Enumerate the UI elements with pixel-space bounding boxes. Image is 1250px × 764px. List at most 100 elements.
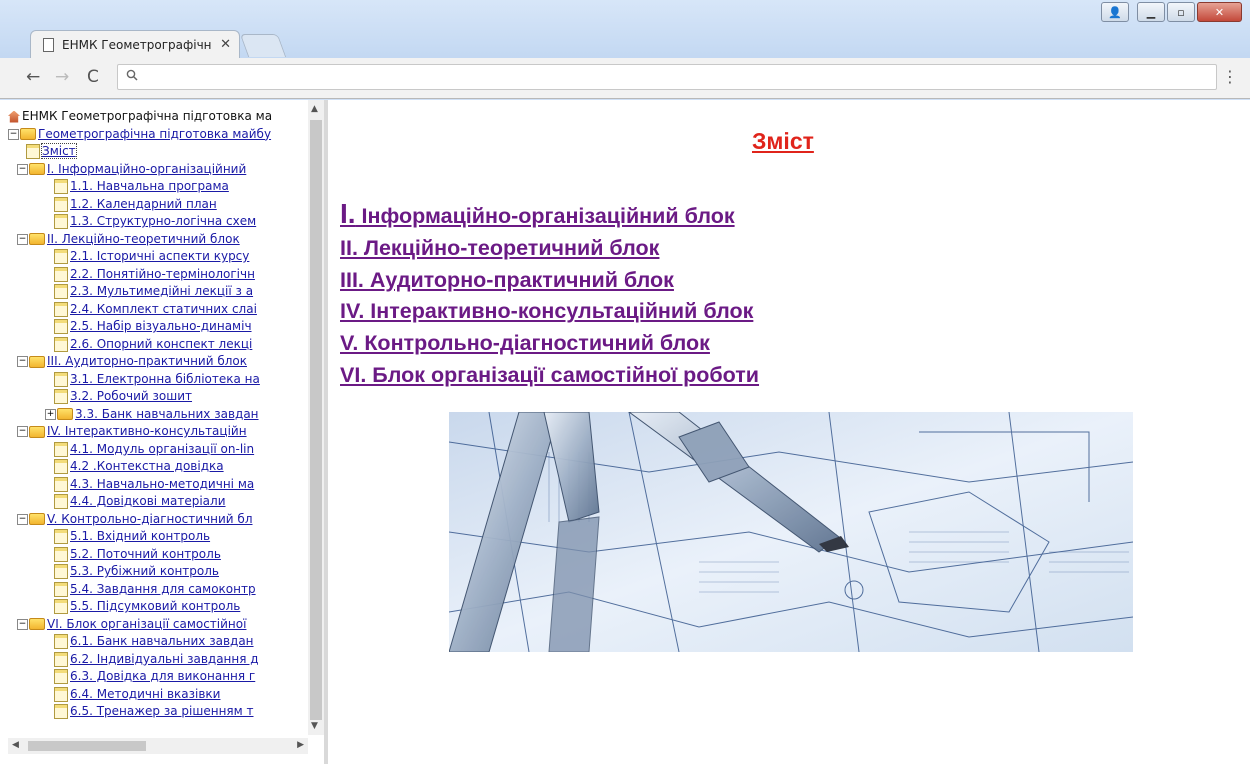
- tree-item[interactable]: +3.3. Банк навчальних завдан: [8, 406, 308, 424]
- scroll-thumb[interactable]: [310, 120, 322, 720]
- address-bar[interactable]: [117, 64, 1217, 90]
- tree-item-label[interactable]: 1.3. Структурно-логічна схем: [70, 214, 256, 228]
- tree-course-label[interactable]: Геометрографічна підготовка майбу: [38, 127, 271, 141]
- tree-item[interactable]: 3.2. Робочий зошит: [8, 388, 308, 406]
- tree-item[interactable]: 5.4. Завдання для самоконтр: [8, 581, 308, 599]
- collapse-icon[interactable]: −: [17, 426, 28, 437]
- collapse-icon[interactable]: −: [17, 618, 28, 630]
- tree-contents[interactable]: Зміст: [8, 143, 308, 161]
- tree-section[interactable]: − I. Інформаційно-організаційний: [8, 161, 308, 179]
- block-link-4[interactable]: IV. Інтерактивно-консультаційний блок: [340, 296, 759, 328]
- tree-contents-label[interactable]: Зміст: [41, 143, 77, 159]
- tree-course[interactable]: − Геометрографічна підготовка майбу: [8, 126, 308, 144]
- tree-item-label[interactable]: 2.4. Комплект статичних слаі: [70, 302, 257, 316]
- tree-item-label[interactable]: 2.1. Історичні аспекти курсу: [70, 249, 249, 263]
- reload-button[interactable]: C: [87, 67, 99, 87]
- tree-item[interactable]: 5.3. Рубіжний контроль: [8, 563, 308, 581]
- new-tab-button[interactable]: [239, 34, 287, 57]
- tree-item-label[interactable]: 5.3. Рубіжний контроль: [70, 564, 219, 578]
- tree-item-label[interactable]: 3.3. Банк навчальних завдан: [75, 407, 259, 421]
- tree-section-label[interactable]: II. Лекційно-теоретичний блок: [47, 232, 240, 246]
- tree-section[interactable]: − VI. Блок організації самостійної: [8, 616, 308, 634]
- block-link-1[interactable]: I. Інформаційно-організаційний блок: [340, 198, 759, 233]
- tree-item-label[interactable]: 1.2. Календарний план: [70, 197, 217, 211]
- menu-button[interactable]: ⋮: [1222, 67, 1238, 86]
- tree-item-label[interactable]: 4.3. Навчально-методичні ма: [70, 477, 254, 491]
- hscroll-thumb[interactable]: [28, 741, 146, 751]
- scroll-left-icon[interactable]: ◀: [12, 740, 19, 750]
- tree-item[interactable]: 4.1. Модуль організації on-lin: [8, 441, 308, 459]
- tree-item[interactable]: 1.3. Структурно-логічна схем: [8, 213, 308, 231]
- tree-item[interactable]: 2.4. Комплект статичних слаі: [8, 301, 308, 319]
- tree-item-label[interactable]: 5.5. Підсумковий контроль: [70, 599, 240, 613]
- tree-item-label[interactable]: 6.4. Методичні вказівки: [70, 687, 220, 701]
- tree-item-label[interactable]: 2.5. Набір візуально-динаміч: [70, 319, 252, 333]
- tree-item[interactable]: 6.1. Банк навчальних завдан: [8, 633, 308, 651]
- tree-item-label[interactable]: 4.1. Модуль організації on-lin: [70, 442, 254, 456]
- tree-item-label[interactable]: 6.3. Довідка для виконання г: [70, 669, 255, 683]
- tree-item-label[interactable]: 5.2. Поточний контроль: [70, 547, 221, 561]
- tree-section[interactable]: − V. Контрольно-діагностичний бл: [8, 511, 308, 529]
- close-tab-icon[interactable]: ✕: [220, 37, 231, 52]
- tree-item[interactable]: 2.3. Мультимедійні лекції з а: [8, 283, 308, 301]
- tree-item[interactable]: 2.6. Опорний конспект лекці: [8, 336, 308, 354]
- tree-section[interactable]: − III. Аудиторно-практичний блок: [8, 353, 308, 371]
- tree-item[interactable]: 6.3. Довідка для виконання г: [8, 668, 308, 686]
- user-icon[interactable]: 👤: [1101, 2, 1129, 22]
- minimize-button[interactable]: ▁: [1137, 2, 1165, 22]
- scroll-down-icon[interactable]: ▼: [311, 721, 318, 731]
- tree-item-label[interactable]: 6.1. Банк навчальних завдан: [70, 634, 254, 648]
- tree-item[interactable]: 6.4. Методичні вказівки: [8, 686, 308, 704]
- collapse-icon[interactable]: −: [17, 513, 28, 525]
- collapse-icon[interactable]: −: [17, 163, 28, 175]
- tree-item-label[interactable]: 2.2. Понятійно-термінологічн: [70, 267, 255, 281]
- tree-item[interactable]: 6.2. Індивідуальні завдання д: [8, 651, 308, 669]
- tree-item-label[interactable]: 6.2. Індивідуальні завдання д: [70, 652, 259, 666]
- collapse-icon[interactable]: −: [17, 233, 28, 245]
- tree-item-label[interactable]: 4.2 .Контекстна довідка: [70, 459, 224, 473]
- tree-item-label[interactable]: 5.4. Завдання для самоконтр: [70, 582, 256, 596]
- tree-item-label[interactable]: 3.2. Робочий зошит: [70, 389, 192, 403]
- collapse-icon[interactable]: −: [17, 356, 28, 367]
- tree-item[interactable]: 1.2. Календарний план: [8, 196, 308, 214]
- tree-item-label[interactable]: 5.1. Вхідний контроль: [70, 529, 210, 543]
- block-link-6[interactable]: VI. Блок організації самостійної роботи: [340, 360, 759, 392]
- back-button[interactable]: ←: [26, 67, 40, 87]
- tree-item[interactable]: 2.2. Понятійно-термінологічн: [8, 266, 308, 284]
- tree-item-label[interactable]: 1.1. Навчальна програма: [70, 179, 229, 193]
- maximize-button[interactable]: ▫: [1167, 2, 1195, 22]
- tree-item[interactable]: 3.1. Електронна бібліотека на: [8, 371, 308, 389]
- tree-item[interactable]: 1.1. Навчальна програма: [8, 178, 308, 196]
- expand-icon[interactable]: +: [45, 408, 56, 420]
- collapse-icon[interactable]: −: [8, 128, 19, 140]
- horizontal-scrollbar[interactable]: ◀ ▶: [8, 738, 308, 754]
- scroll-right-icon[interactable]: ▶: [297, 740, 304, 750]
- tree-item[interactable]: 4.3. Навчально-методичні ма: [8, 476, 308, 494]
- tree-item-label[interactable]: 2.6. Опорний конспект лекці: [70, 337, 252, 351]
- tree-item[interactable]: 5.2. Поточний контроль: [8, 546, 308, 564]
- tree-item[interactable]: 6.5. Тренажер за рішенням т: [8, 703, 308, 721]
- block-link-2[interactable]: II. Лекційно-теоретичний блок: [340, 233, 759, 265]
- tree-item-label[interactable]: 3.1. Електронна бібліотека на: [70, 372, 260, 386]
- block-link-5[interactable]: V. Контрольно-діагностичний блок: [340, 328, 759, 360]
- tree-section-label[interactable]: V. Контрольно-діагностичний бл: [47, 512, 253, 526]
- scroll-up-icon[interactable]: ▲: [311, 104, 318, 114]
- tree-section[interactable]: − IV. Інтерактивно-консультаційн: [8, 423, 308, 441]
- tree-item[interactable]: 2.1. Історичні аспекти курсу: [8, 248, 308, 266]
- tree-item-label[interactable]: 4.4. Довідкові матеріали: [70, 494, 226, 508]
- tree-item[interactable]: 5.5. Підсумковий контроль: [8, 598, 308, 616]
- tree-section-label[interactable]: VI. Блок організації самостійної: [47, 617, 246, 631]
- vertical-scrollbar[interactable]: ▲ ▼: [308, 100, 324, 735]
- forward-button[interactable]: →: [55, 67, 69, 87]
- tree-item[interactable]: 5.1. Вхідний контроль: [8, 528, 308, 546]
- tree-section-label[interactable]: IV. Інтерактивно-консультаційн: [47, 424, 247, 438]
- block-link-3[interactable]: III. Аудиторно-практичний блок: [340, 265, 759, 297]
- tree-item[interactable]: 2.5. Набір візуально-динаміч: [8, 318, 308, 336]
- tree-section[interactable]: − II. Лекційно-теоретичний блок: [8, 231, 308, 249]
- tree-item-label[interactable]: 6.5. Тренажер за рішенням т: [70, 704, 254, 718]
- tree-item[interactable]: 4.2 .Контекстна довідка: [8, 458, 308, 476]
- tree-item[interactable]: 4.4. Довідкові матеріали: [8, 493, 308, 511]
- close-window-button[interactable]: ✕: [1197, 2, 1242, 22]
- browser-tab[interactable]: ЕНМК Геометрографічн ✕: [30, 30, 240, 58]
- tree-section-label[interactable]: I. Інформаційно-організаційний: [47, 162, 246, 176]
